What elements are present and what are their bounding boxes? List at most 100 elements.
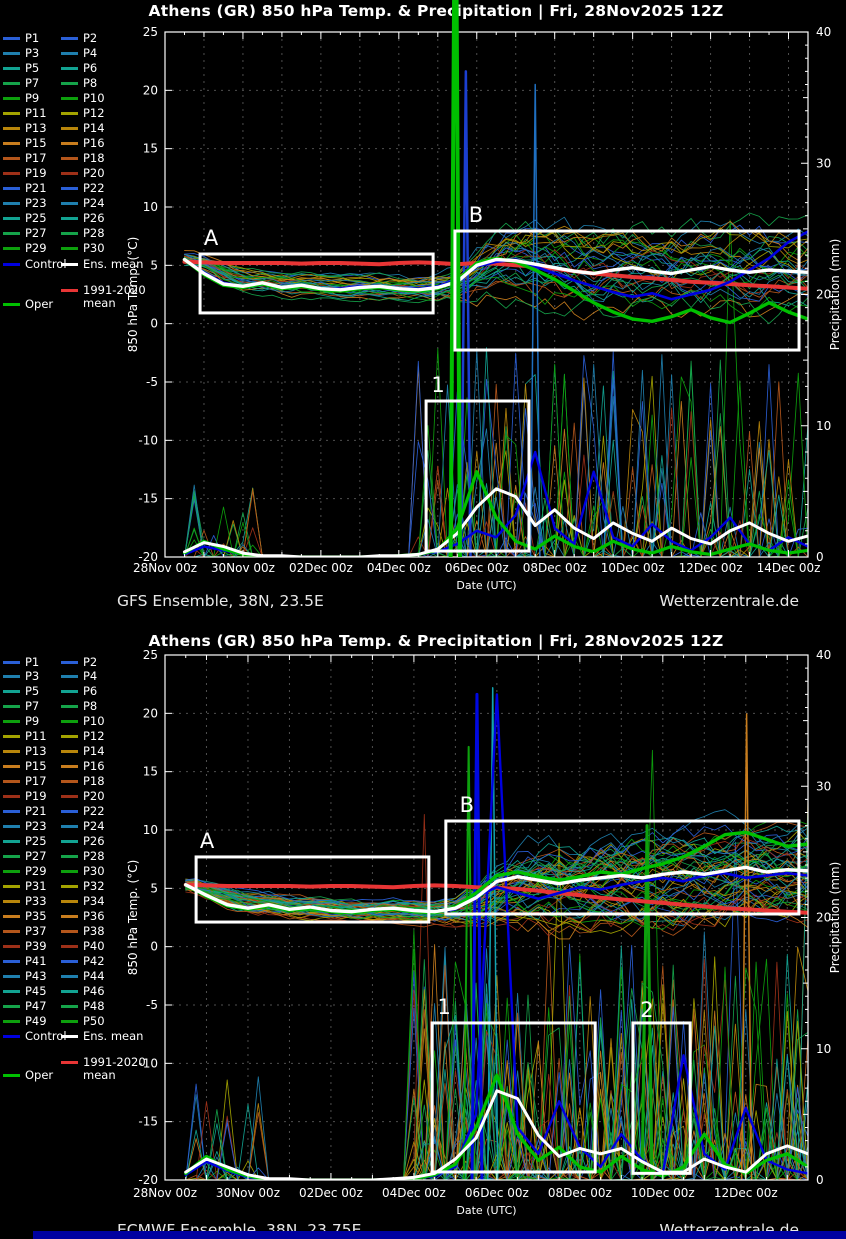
legend-item-p7: P7 xyxy=(3,76,39,90)
legend-swatch xyxy=(61,142,78,145)
legend-item-p44: P44 xyxy=(61,969,105,983)
legend-label: P50 xyxy=(83,1015,105,1028)
legend-swatch xyxy=(61,1005,78,1008)
legend-swatch xyxy=(61,202,78,205)
legend-item-p21: P21 xyxy=(3,805,47,819)
legend-swatch xyxy=(61,232,78,235)
legend-swatch xyxy=(61,735,78,738)
legend-item-p18: P18 xyxy=(61,152,105,166)
legend-label: P1 xyxy=(25,32,39,45)
legend-item-p29: P29 xyxy=(3,242,47,256)
legend-label: 1991-2020mean xyxy=(83,1056,146,1082)
legend-swatch xyxy=(3,52,20,55)
legend-label: P8 xyxy=(83,77,97,90)
legend-item-p35: P35 xyxy=(3,909,47,923)
legend-swatch xyxy=(61,825,78,828)
legend-item-p21: P21 xyxy=(3,182,47,196)
legend-label: P8 xyxy=(83,700,97,713)
legend-swatch xyxy=(61,97,78,100)
legend-label: P18 xyxy=(83,775,105,788)
legend-swatch xyxy=(3,735,20,738)
legend-label: P17 xyxy=(25,152,47,165)
legend-swatch xyxy=(3,67,20,70)
legend-label: P23 xyxy=(25,197,47,210)
legend-swatch xyxy=(61,187,78,190)
legend-item-ens-mean: Ens. mean xyxy=(61,1029,143,1043)
legend-swatch xyxy=(3,825,20,828)
legend-label: P23 xyxy=(25,820,47,833)
legend-swatch xyxy=(3,1035,20,1038)
legend-swatch xyxy=(3,720,20,723)
legend-swatch xyxy=(3,690,20,693)
legend-item-p22: P22 xyxy=(61,805,105,819)
legend-item-p26: P26 xyxy=(61,212,105,226)
legend-label: 1991-2020mean xyxy=(83,284,146,310)
legend-item-p1: P1 xyxy=(3,655,39,669)
legend-label: Oper xyxy=(25,298,53,311)
legend-label: P28 xyxy=(83,227,105,240)
legend-label: P47 xyxy=(25,1000,47,1013)
legend-swatch xyxy=(61,780,78,783)
legend-item-p28: P28 xyxy=(61,227,105,241)
legend-swatch xyxy=(3,945,20,948)
legend-label: P13 xyxy=(25,745,47,758)
legend-swatch xyxy=(61,855,78,858)
legend-label: P12 xyxy=(83,107,105,120)
legend-item-p37: P37 xyxy=(3,924,47,938)
legend-label: P24 xyxy=(83,820,105,833)
legend-swatch xyxy=(61,900,78,903)
legend-swatch xyxy=(3,112,20,115)
legend-swatch xyxy=(61,247,78,250)
legend-swatch xyxy=(3,82,20,85)
legend-label: P19 xyxy=(25,167,47,180)
legend-item-p18: P18 xyxy=(61,775,105,789)
legend-item-p50: P50 xyxy=(61,1014,105,1028)
legend-swatch xyxy=(61,810,78,813)
legend-item-p15: P15 xyxy=(3,136,47,150)
legend-swatch xyxy=(61,1035,78,1038)
legend-swatch xyxy=(3,202,20,205)
legend-label: P34 xyxy=(83,895,105,908)
legend-item-p49: P49 xyxy=(3,1014,47,1028)
legend-item-p46: P46 xyxy=(61,984,105,998)
legend-item-p30: P30 xyxy=(61,864,105,878)
legend-label: P32 xyxy=(83,880,105,893)
legend-item-p20: P20 xyxy=(61,790,105,804)
legend-item-climate-mean: 1991-2020mean xyxy=(61,284,146,310)
legend-item-p14: P14 xyxy=(61,121,105,135)
legend-label: P27 xyxy=(25,850,47,863)
legend-item-p8: P8 xyxy=(61,76,97,90)
legend-swatch xyxy=(61,690,78,693)
legend-item-ens-mean: Ens. mean xyxy=(61,257,143,271)
legend-label: P41 xyxy=(25,955,47,968)
legend-swatch xyxy=(61,37,78,40)
legend-swatch xyxy=(3,675,20,678)
legend-label: P42 xyxy=(83,955,105,968)
model-label-gfs: GFS Ensemble, 38N, 23.5E xyxy=(117,592,324,610)
legend-item-p10: P10 xyxy=(61,91,105,105)
legend-swatch xyxy=(3,915,20,918)
legend-label: P22 xyxy=(83,805,105,818)
legend-swatch xyxy=(3,930,20,933)
legend-item-p4: P4 xyxy=(61,670,97,684)
legend-swatch xyxy=(61,67,78,70)
legend-item-p17: P17 xyxy=(3,775,47,789)
legend-label: P21 xyxy=(25,805,47,818)
legend-label: P14 xyxy=(83,745,105,758)
legend-label: P43 xyxy=(25,970,47,983)
legend-swatch xyxy=(3,157,20,160)
legend-item-p14: P14 xyxy=(61,745,105,759)
legend-item-p23: P23 xyxy=(3,820,47,834)
legend-item-p16: P16 xyxy=(61,760,105,774)
legend-label: Ens. mean xyxy=(83,1030,143,1043)
legend-item-p36: P36 xyxy=(61,909,105,923)
legend-label: P27 xyxy=(25,227,47,240)
legend-item-p12: P12 xyxy=(61,730,105,744)
wetterzentrale-ensemble-page: Athens (GR) 850 hPa Temp. & Precipitatio… xyxy=(0,0,846,1239)
legend-swatch xyxy=(61,675,78,678)
legend-label: P13 xyxy=(25,122,47,135)
legend-swatch xyxy=(3,247,20,250)
legend-item-p8: P8 xyxy=(61,700,97,714)
legend-label: P2 xyxy=(83,32,97,45)
legend-swatch xyxy=(3,885,20,888)
